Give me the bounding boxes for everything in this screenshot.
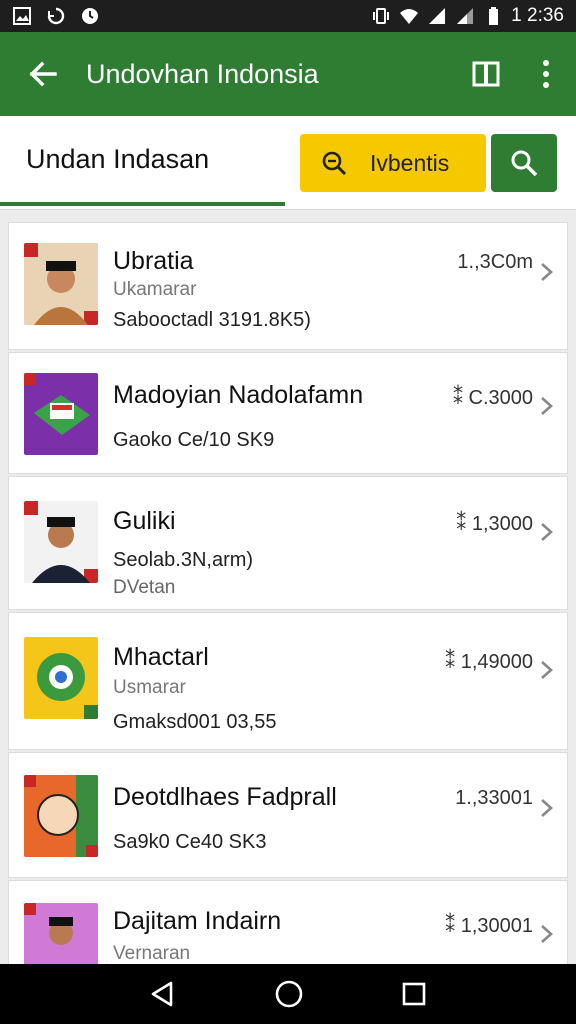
recents-square-icon[interactable] <box>401 981 427 1007</box>
vibrate-icon <box>373 8 390 24</box>
item-thumbnail <box>24 373 98 455</box>
tab-title[interactable]: Undan Indasan <box>26 144 209 175</box>
item-name: Ubratia <box>113 247 194 275</box>
tab-indicator <box>0 202 285 206</box>
item-thumbnail <box>24 637 98 719</box>
item-meta: Sabooctadl ‪3191.8K5) <box>113 309 311 331</box>
system-nav-bar <box>0 964 576 1024</box>
item-name: Mhactarl <box>113 643 209 671</box>
item-meta: DVetan <box>113 577 176 598</box>
item-thumbnail <box>24 243 98 325</box>
list-header: Undan Indasan Ivbentis <box>0 116 576 210</box>
zoom-search-icon <box>322 151 347 176</box>
list-item[interactable]: Guliki Seolab.3N,arm) DVetan ⁑ 1,3000 <box>8 476 568 610</box>
image-notification-icon <box>13 7 31 25</box>
chevron-right-icon <box>541 263 553 281</box>
clock-notification-icon <box>82 8 98 24</box>
signal-icon-2 <box>457 8 474 24</box>
back-triangle-icon[interactable] <box>149 980 177 1008</box>
item-meta: Sa9k0 Ce40 SK3 <box>113 831 267 853</box>
more-vertical-icon <box>543 60 549 88</box>
back-button[interactable] <box>0 32 86 116</box>
filter-label: Ivbentis <box>370 149 450 176</box>
item-meta: Gmaksd001 03,55 <box>113 711 277 733</box>
item-price: ⁑ 1,49000 <box>445 651 533 673</box>
item-thumbnail <box>24 775 98 857</box>
chevron-right-icon <box>541 925 553 943</box>
sync-notification-icon <box>47 7 65 25</box>
list-item[interactable]: Dajitam Indairn Vernaran ⁑ 1,30001 <box>8 880 568 964</box>
item-subtitle: Ukamarar <box>113 279 197 300</box>
chevron-right-icon <box>541 661 553 679</box>
chevron-right-icon <box>541 397 553 415</box>
list-item[interactable]: Deotdlhaes Fadprall Sa9k0 Ce40 SK3 1.,33… <box>8 752 568 878</box>
item-name: Deotdlhaes Fadprall <box>113 783 337 811</box>
item-meta: Gaoko Ce/10 SK9 <box>113 429 275 451</box>
battery-icon <box>489 7 499 25</box>
list-item[interactable]: Mhactarl Usmarar Gmaksd001 03,55 ⁑ 1,490… <box>8 612 568 750</box>
app-bar: Undovhan Indonsia <box>0 32 576 116</box>
item-thumbnail <box>24 903 98 964</box>
item-price: ⁑ 1,30001 <box>445 915 533 937</box>
book-icon <box>472 61 500 87</box>
home-circle-icon[interactable] <box>274 979 304 1009</box>
item-thumbnail <box>24 501 98 583</box>
item-name: Dajitam Indairn <box>113 907 282 935</box>
filter-button[interactable]: Ivbentis <box>300 134 486 192</box>
item-subtitle: Usmarar <box>113 677 186 698</box>
chevron-right-icon <box>541 799 553 817</box>
signal-icon <box>429 8 446 24</box>
item-price: ⁑ C.3000 <box>452 387 533 409</box>
item-price: ⁑ 1,3000 <box>456 513 533 535</box>
wifi-icon <box>400 9 419 24</box>
status-time: 1 2:36 <box>511 5 564 26</box>
status-bar: 1 2:36 <box>0 0 576 32</box>
list-item[interactable]: Madoyian Nadolafamn Gaoko Ce/10 SK9 ⁑ C.… <box>8 352 568 474</box>
item-price: 1.,33001 <box>455 787 533 809</box>
item-list: Ubratia Ukamarar Sabooctadl ‪3191.8K5) 1… <box>8 222 568 964</box>
app-title: Undovhan Indonsia <box>86 58 319 89</box>
item-price: 1.,3C0m <box>457 251 533 273</box>
arrow-left-icon <box>29 61 57 87</box>
search-icon <box>511 150 538 177</box>
list-item[interactable]: Ubratia Ukamarar Sabooctadl ‪3191.8K5) 1… <box>8 222 568 350</box>
overflow-menu-button[interactable] <box>516 32 576 116</box>
item-subtitle: Seolab.3N,arm) <box>113 549 254 571</box>
view-toggle-button[interactable] <box>456 32 516 116</box>
item-name: Madoyian Nadolafamn <box>113 381 364 409</box>
chevron-right-icon <box>541 523 553 541</box>
item-name: Guliki <box>113 507 176 535</box>
search-button[interactable] <box>491 134 557 192</box>
item-subtitle: Vernaran <box>113 943 191 964</box>
